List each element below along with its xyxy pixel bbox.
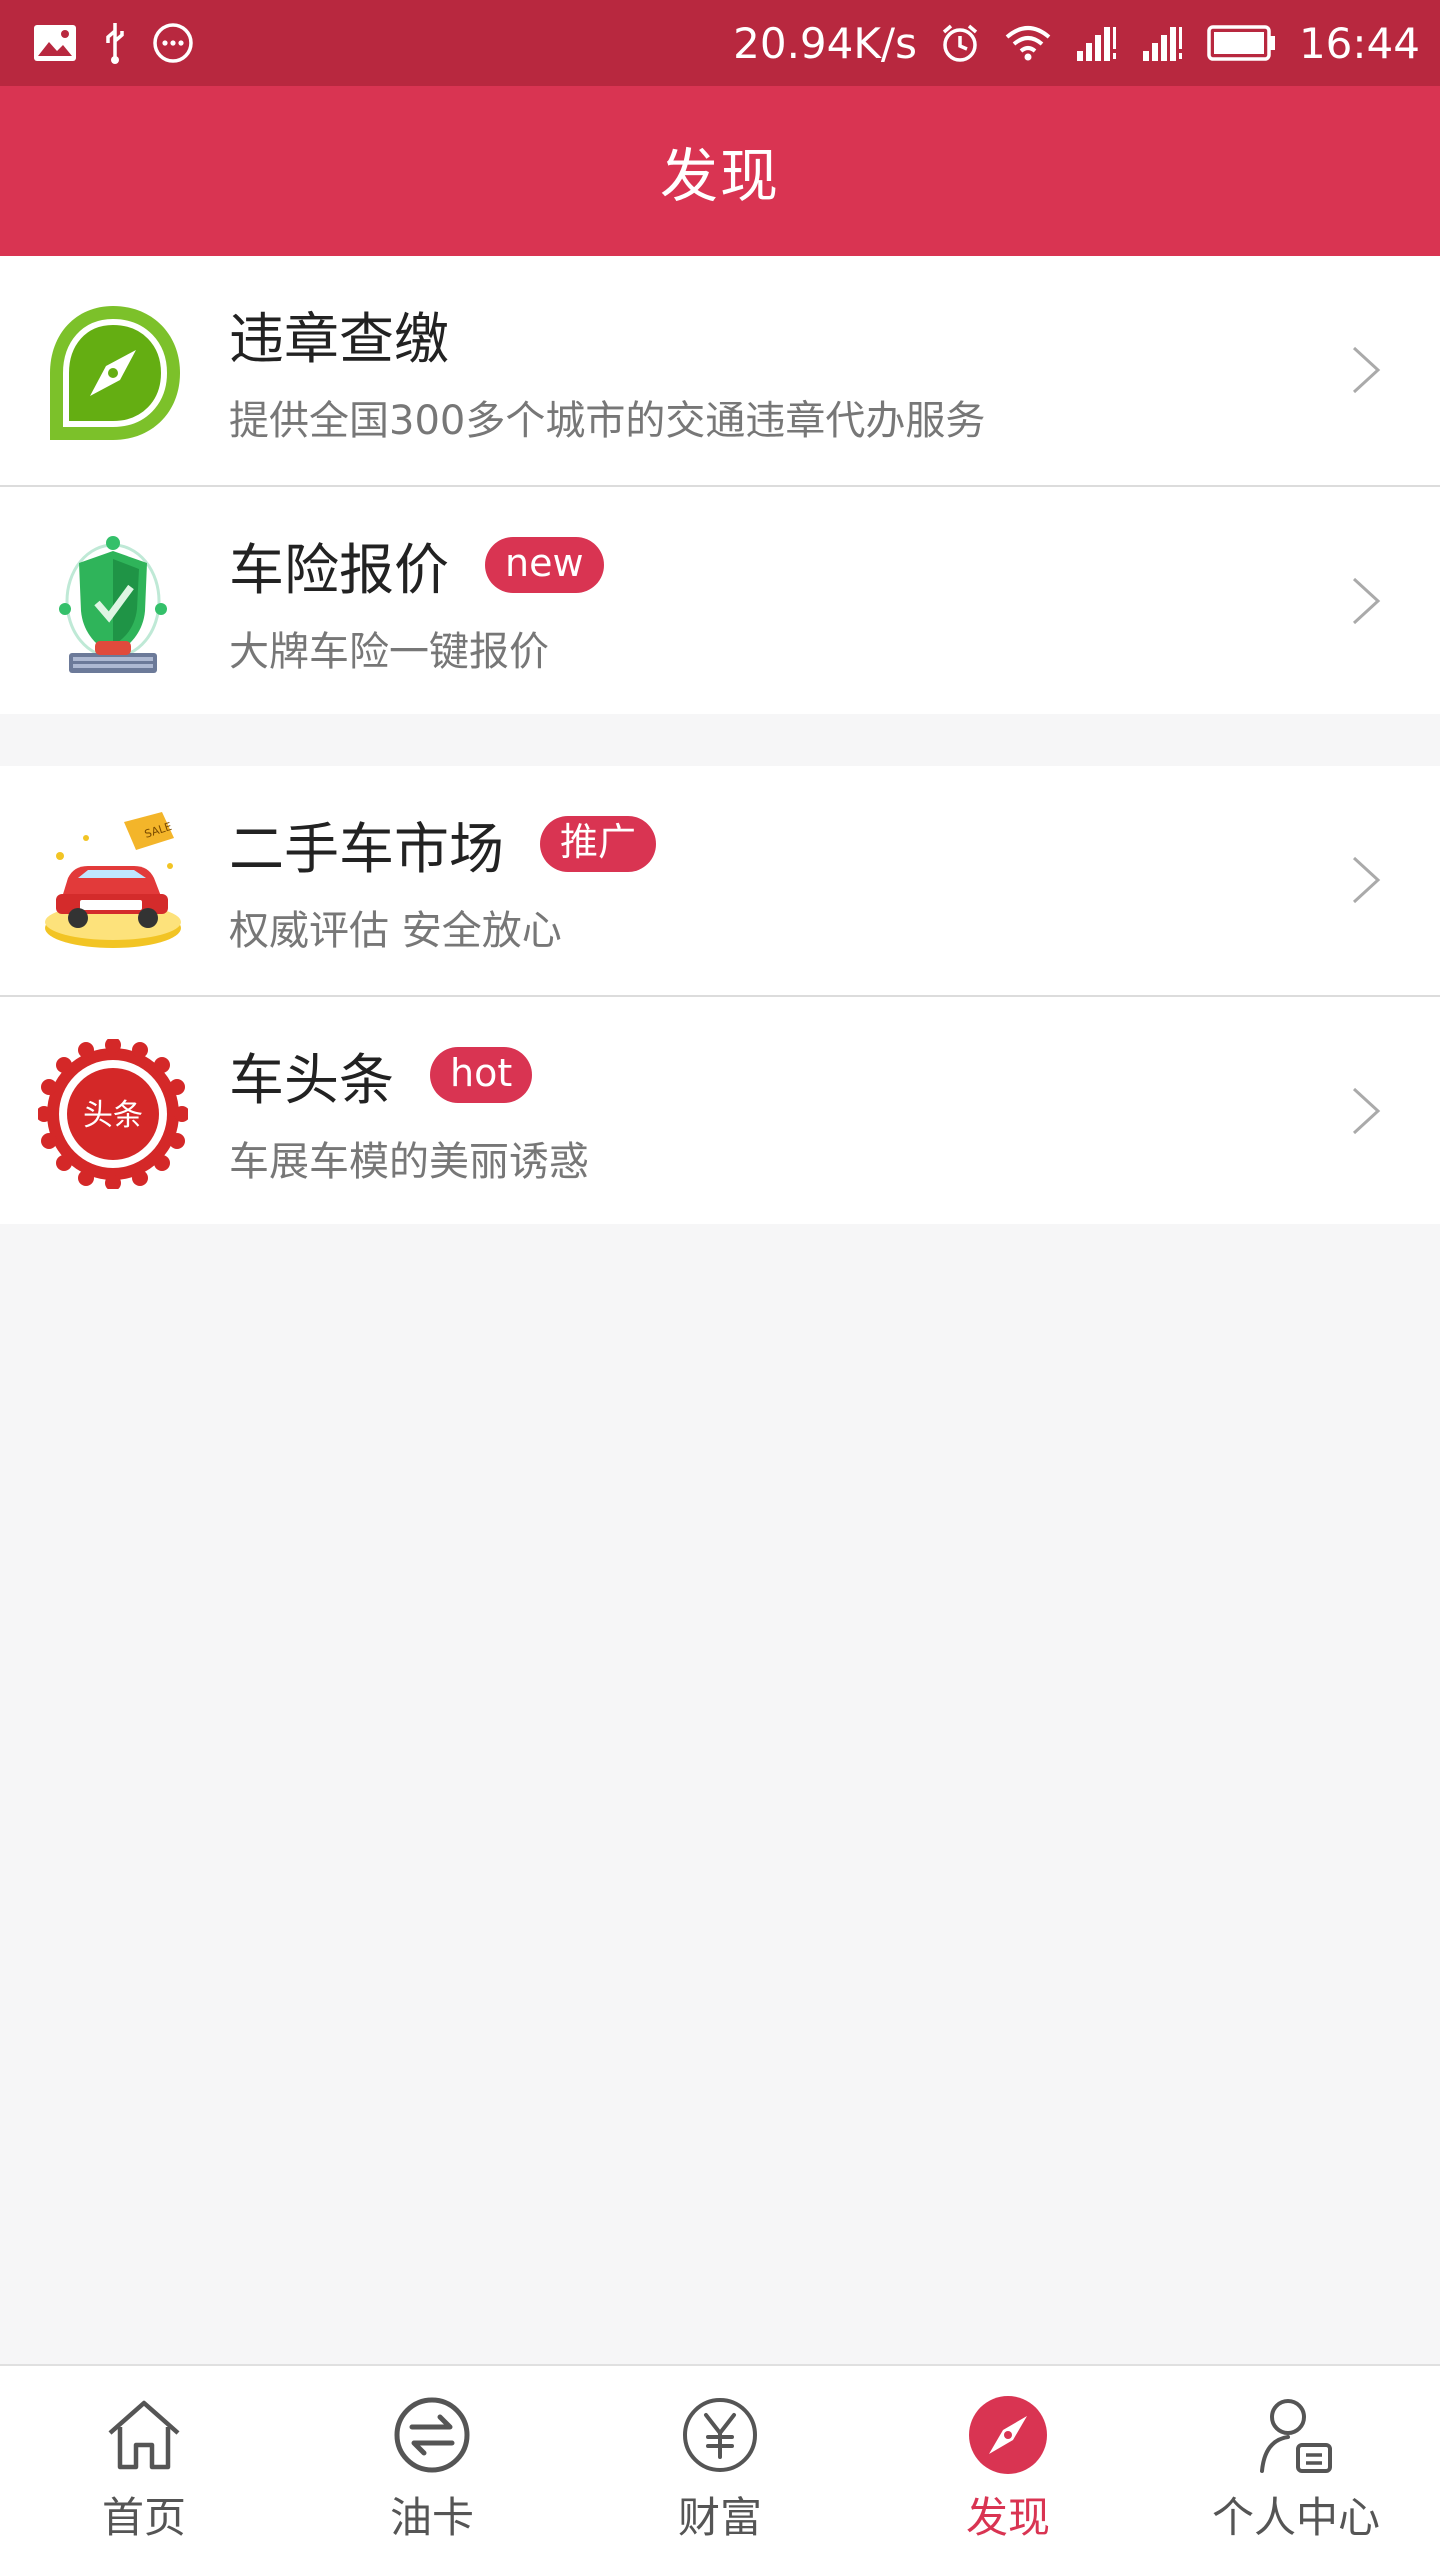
signal-icon [1141, 23, 1185, 63]
tab-profile[interactable]: 个人中心 [1152, 2366, 1440, 2560]
status-badge: 推广 [540, 816, 657, 872]
usb-icon [100, 21, 130, 65]
discover-screen: 20.94K/s 16:44 发现 违章查缴 提供全国300多个城市的交通违章代… [0, 0, 1440, 2560]
tab-home[interactable]: 首页 [0, 2366, 288, 2560]
list-item-car-headlines[interactable]: 头条 车头条 hot 车展车模的美丽诱惑 [0, 995, 1440, 1224]
feature-group-2: SALE 二手车市场 推广 权威评估 安全放心 头条 车头条 hot 车展车模的… [0, 766, 1440, 1224]
battery-icon [1207, 24, 1277, 62]
list-item-car-insurance[interactable]: 车险报价 new 大牌车险一键报价 [0, 485, 1440, 714]
home-icon [101, 2392, 187, 2478]
item-title: 违章查缴 [229, 307, 450, 371]
list-item-used-car-market[interactable]: SALE 二手车市场 推广 权威评估 安全放心 [0, 766, 1440, 995]
status-bar: 20.94K/s 16:44 [0, 0, 1440, 86]
profile-icon [1253, 2392, 1339, 2478]
insurance-shield-icon [38, 529, 188, 679]
chevron-right-icon [1352, 577, 1381, 625]
tab-label: 油卡 [389, 2493, 474, 2542]
used-car-icon: SALE [38, 808, 188, 958]
tab-label: 发现 [965, 2493, 1050, 2542]
item-subtitle: 大牌车险一键报价 [229, 629, 549, 675]
chevron-right-icon [1352, 856, 1381, 904]
alarm-icon [939, 22, 981, 64]
chevron-right-icon [1352, 346, 1381, 394]
tab-label: 首页 [101, 2493, 186, 2542]
app-bar: 发现 [0, 86, 1440, 256]
item-title: 车头条 [229, 1048, 395, 1112]
wifi-icon [1003, 23, 1053, 63]
tab-fuel-card[interactable]: 油卡 [288, 2366, 576, 2560]
item-subtitle: 车展车模的美丽诱惑 [229, 1139, 589, 1185]
tab-label: 个人中心 [1211, 2493, 1380, 2542]
image-icon [32, 23, 78, 63]
exchange-icon [389, 2392, 475, 2478]
chevron-right-icon [1352, 1087, 1381, 1135]
tab-wealth[interactable]: 财富 [576, 2366, 864, 2560]
more-icon [152, 22, 194, 64]
tab-label: 财富 [677, 2493, 762, 2542]
status-badge: new [485, 537, 604, 593]
item-subtitle: 权威评估 安全放心 [229, 908, 562, 954]
feature-group-1: 违章查缴 提供全国300多个城市的交通违章代办服务 车险报价 new 大牌车险一… [0, 256, 1440, 714]
list-item-traffic-violation[interactable]: 违章查缴 提供全国300多个城市的交通违章代办服务 [0, 256, 1440, 485]
tab-discover[interactable]: 发现 [864, 2366, 1152, 2560]
svg-text:头条: 头条 [83, 1098, 143, 1133]
item-subtitle: 提供全国300多个城市的交通违章代办服务 [229, 398, 986, 444]
item-title: 二手车市场 [229, 817, 505, 881]
signal-icon [1075, 23, 1119, 63]
status-badge: hot [430, 1047, 533, 1103]
compass-icon [38, 298, 188, 448]
item-title: 车险报价 [229, 538, 450, 602]
clock: 16:44 [1298, 18, 1420, 68]
page-title: 发现 [659, 142, 780, 210]
network-speed: 20.94K/s [733, 18, 917, 68]
compass-icon [965, 2392, 1051, 2478]
bottom-tab-bar: 首页 油卡 财富 发现 个人中心 [0, 2364, 1440, 2560]
headline-seal-icon: 头条 [38, 1039, 188, 1189]
yen-icon [677, 2392, 763, 2478]
